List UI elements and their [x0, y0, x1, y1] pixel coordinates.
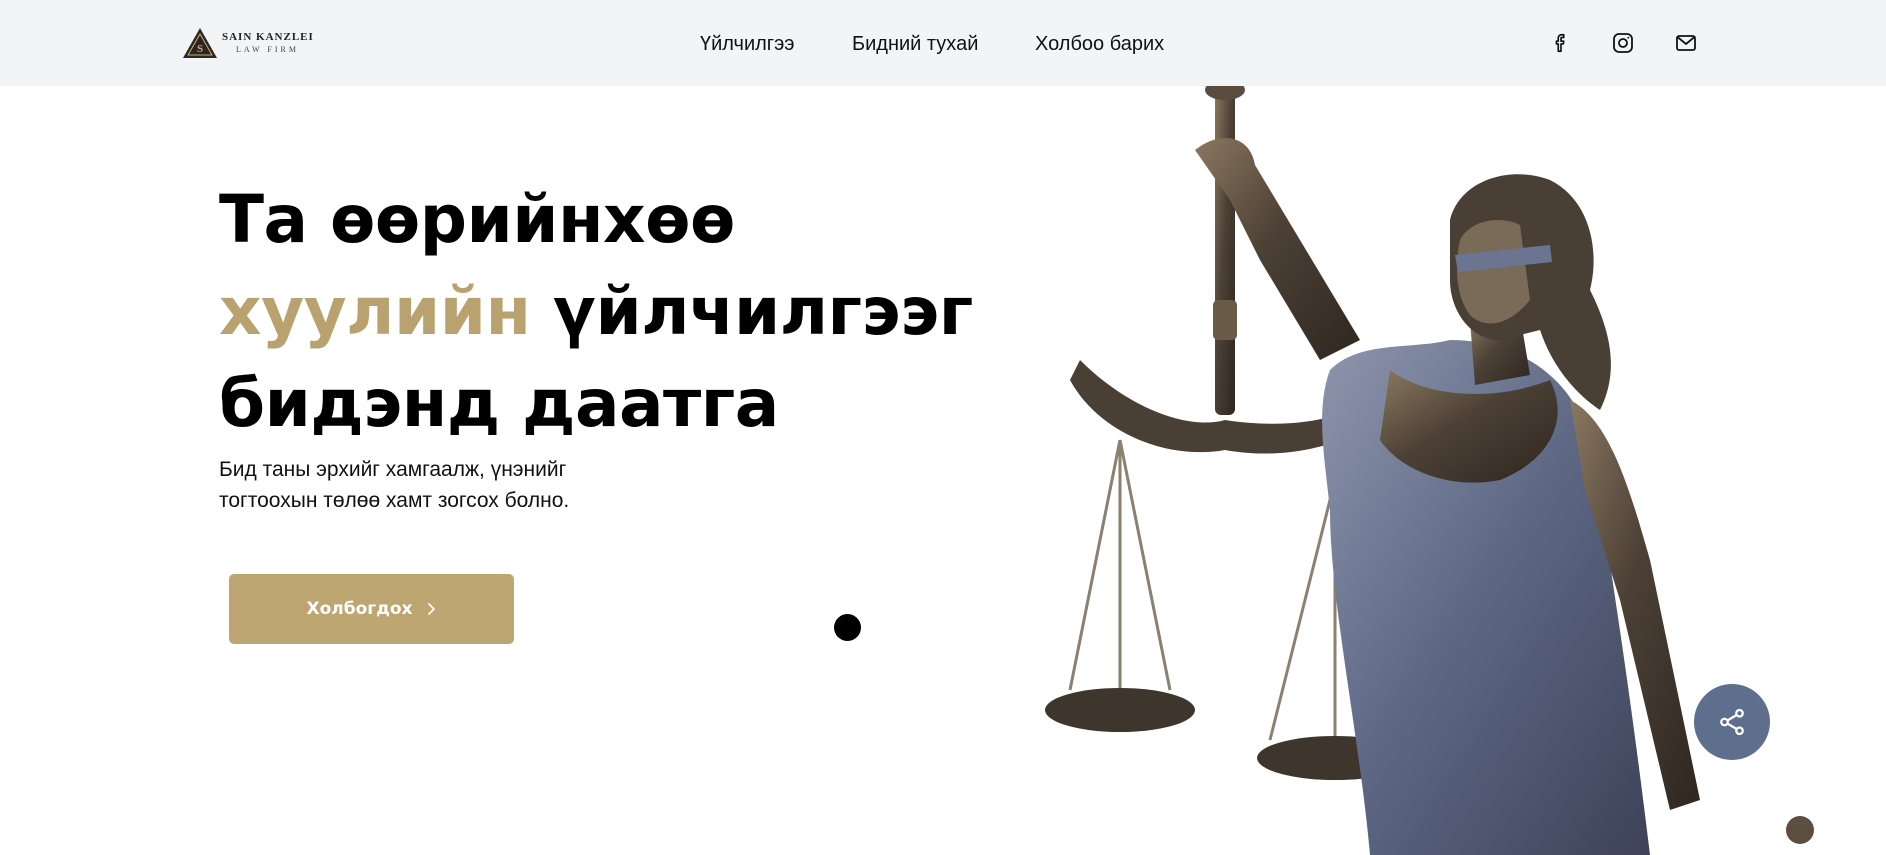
logo[interactable]: S SAIN KANZLEI LAW FIRM	[181, 26, 314, 60]
facebook-icon[interactable]	[1548, 30, 1574, 56]
nav-services[interactable]: Үйлчилгээ	[700, 33, 795, 56]
top-navigation-bar: S SAIN KANZLEI LAW FIRM Үйлчилгээ Бидний…	[0, 0, 1886, 86]
hero-title-line1: Та өөрийнхөө	[219, 181, 735, 258]
logo-triangle-icon: S	[183, 28, 217, 58]
hero-title-line2: үйлчилгээг	[530, 273, 973, 350]
logo-name: SAIN KANZLEI	[222, 31, 314, 43]
cursor-dot	[834, 614, 861, 641]
contact-button-label: Холбогдох	[306, 599, 413, 619]
contact-button[interactable]: Холбогдох	[229, 574, 514, 644]
hero-subtitle-line2: тогтоохын төлөө хамт зогсох болно.	[219, 489, 570, 512]
mail-icon[interactable]	[1673, 30, 1699, 56]
hero-subtitle-line1: Бид таны эрхийг хамгаалж, үнэнийг	[219, 458, 567, 481]
share-button[interactable]	[1694, 684, 1770, 760]
logo-mark-text: S	[197, 43, 203, 55]
nav-contact[interactable]: Холбоо барих	[1035, 33, 1164, 56]
nav-about-us[interactable]: Бидний тухай	[852, 33, 978, 56]
hero-title-accent: хуулийн	[219, 273, 531, 350]
instagram-icon[interactable]	[1610, 30, 1636, 56]
logo-tagline: LAW FIRM	[236, 45, 299, 54]
hero-title: Та өөрийнхөө хуулийн үйлчилгээг бидэнд д…	[219, 174, 973, 450]
hero-title-line3: бидэнд даатга	[219, 365, 779, 442]
hero-subtitle: Бид таны эрхийг хамгаалж, үнэнийг тогтоо…	[219, 454, 639, 516]
share-icon	[1720, 708, 1744, 736]
chevron-right-icon	[427, 603, 435, 615]
